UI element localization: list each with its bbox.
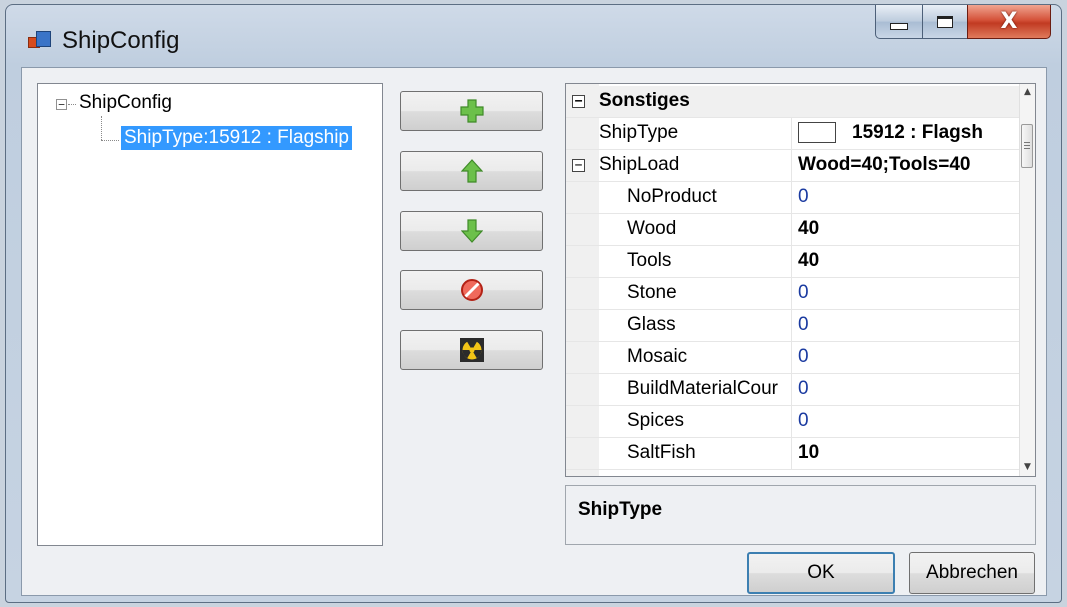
close-button[interactable]: X <box>967 5 1051 39</box>
property-grid-rows: − Sonstiges ShipType 15912 : Flagsh − Sh… <box>566 84 1021 476</box>
app-window-icon <box>28 31 51 51</box>
property-value[interactable]: Wood=40;Tools=40 <box>798 154 1020 176</box>
tree-connector <box>101 116 102 140</box>
description-title: ShipType <box>578 499 663 520</box>
property-name: ShipLoad <box>599 154 680 175</box>
property-value-text: 15912 : Flagsh <box>852 122 983 143</box>
move-up-button[interactable] <box>400 151 543 191</box>
property-row-mosaic[interactable]: Mosaic 0 <box>566 342 1021 374</box>
property-value[interactable]: 10 <box>798 442 1020 464</box>
remove-button[interactable] <box>400 270 543 310</box>
minimize-button[interactable] <box>875 5 923 39</box>
category-row-sonstiges[interactable]: − Sonstiges <box>566 86 1021 118</box>
property-row-stone[interactable]: Stone 0 <box>566 278 1021 310</box>
cancel-button[interactable]: Abbrechen <box>909 552 1035 594</box>
tree-node-root[interactable]: ShipConfig <box>79 92 172 114</box>
ok-button[interactable]: OK <box>747 552 895 594</box>
property-name: Wood <box>627 218 677 239</box>
maximize-icon <box>937 15 953 28</box>
property-name: SaltFish <box>627 442 696 463</box>
property-value[interactable]: 15912 : Flagsh <box>798 122 1020 144</box>
move-down-button[interactable] <box>400 211 543 251</box>
add-button[interactable] <box>400 91 543 131</box>
window-controls: X <box>875 5 1051 41</box>
minimize-icon <box>890 23 908 30</box>
property-grid[interactable]: − Sonstiges ShipType 15912 : Flagsh − Sh… <box>565 83 1036 477</box>
dialog-client-area: − ShipConfig ShipType:15912 : Flagship −… <box>21 67 1047 596</box>
scroll-up-icon[interactable]: ▲ <box>1020 84 1035 101</box>
property-description-panel: ShipType <box>565 485 1036 545</box>
dialog-window: ShipConfig X − ShipConfig ShipType:15912… <box>5 4 1062 603</box>
property-row-noproduct[interactable]: NoProduct 0 <box>566 182 1021 214</box>
property-row-saltfish[interactable]: SaltFish 10 <box>566 438 1021 470</box>
tree-connector <box>101 140 119 141</box>
category-label: Sonstiges <box>599 90 690 111</box>
property-row-glass[interactable]: Glass 0 <box>566 310 1021 342</box>
maximize-button[interactable] <box>922 5 968 39</box>
property-row-spices[interactable]: Spices 0 <box>566 406 1021 438</box>
collapse-icon[interactable]: − <box>572 159 585 172</box>
radiation-icon <box>459 338 484 362</box>
property-value[interactable]: 0 <box>798 410 1020 432</box>
no-entry-icon <box>460 279 483 301</box>
property-name: Glass <box>627 314 676 335</box>
collapse-icon[interactable]: − <box>572 95 585 108</box>
tree-node-shiptype[interactable]: ShipType:15912 : Flagship <box>121 126 352 150</box>
property-row-tools[interactable]: Tools 40 <box>566 246 1021 278</box>
vertical-scrollbar[interactable]: ▲ ▼ <box>1019 84 1035 476</box>
plus-icon <box>459 99 484 123</box>
property-name: Spices <box>627 410 685 431</box>
property-value[interactable]: 40 <box>798 218 1020 240</box>
scroll-down-icon[interactable]: ▼ <box>1020 459 1035 476</box>
tree-collapse-icon[interactable]: − <box>56 99 67 110</box>
property-name: Stone <box>627 282 677 303</box>
property-row-shiptype[interactable]: ShipType 15912 : Flagsh <box>566 118 1021 150</box>
scrollbar-thumb[interactable] <box>1021 124 1033 168</box>
tree-connector <box>68 104 76 105</box>
property-name: Tools <box>627 250 672 271</box>
arrow-up-icon <box>460 159 483 183</box>
close-icon: X <box>1000 9 1018 34</box>
config-tree-view[interactable]: − ShipConfig ShipType:15912 : Flagship <box>37 83 383 546</box>
window-title: ShipConfig <box>62 27 180 54</box>
title-bar[interactable]: ShipConfig X <box>6 5 1061 67</box>
property-name: BuildMaterialCour <box>627 378 779 399</box>
property-row-wood[interactable]: Wood 40 <box>566 214 1021 246</box>
property-name: ShipType <box>599 122 679 143</box>
property-name: NoProduct <box>627 186 717 207</box>
property-value[interactable]: 0 <box>798 378 1020 400</box>
property-value[interactable]: 40 <box>798 250 1020 272</box>
clear-button[interactable] <box>400 330 543 370</box>
property-value[interactable]: 0 <box>798 346 1020 368</box>
arrow-down-icon <box>460 219 483 243</box>
property-row-buildmaterialcour[interactable]: BuildMaterialCour 0 <box>566 374 1021 406</box>
property-value[interactable]: 0 <box>798 314 1020 336</box>
color-swatch <box>798 122 836 144</box>
property-row-shipload[interactable]: − ShipLoad Wood=40;Tools=40 <box>566 150 1021 182</box>
property-value[interactable]: 0 <box>798 282 1020 304</box>
property-name: Mosaic <box>627 346 688 367</box>
property-value[interactable]: 0 <box>798 186 1020 208</box>
